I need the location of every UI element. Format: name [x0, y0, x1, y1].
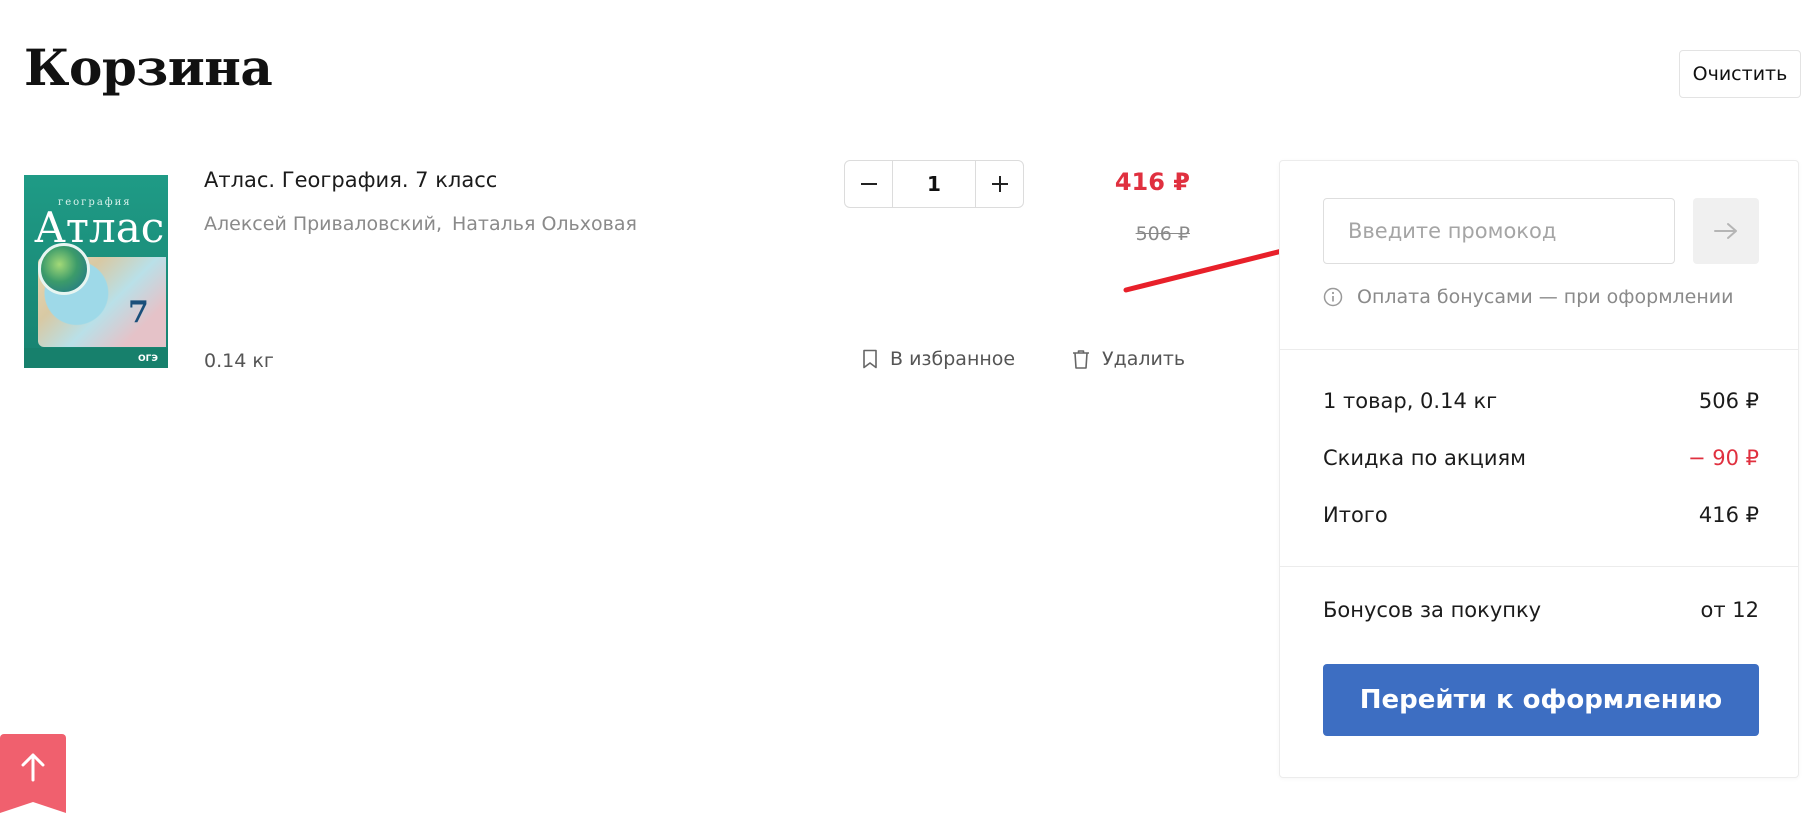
decrease-quantity-button[interactable] [845, 161, 893, 207]
summary-row-discount: Скидка по акциям − 90 ₽ [1323, 446, 1759, 470]
arrow-up-icon [21, 753, 45, 782]
product-title[interactable]: Атлас. География. 7 класс [204, 168, 497, 192]
add-to-favorites-button[interactable]: В избранное [862, 348, 1015, 370]
bonus-payment-note: Оплата бонусами — при оформлении [1323, 286, 1733, 308]
info-icon [1323, 287, 1343, 307]
summary-row-items: 1 товар, 0.14 кг 506 ₽ [1323, 389, 1759, 413]
product-authors: Алексей Приваловский, Наталья Ольховая [204, 213, 637, 235]
summary-discount-value: − 90 ₽ [1687, 446, 1759, 470]
summary-row-total: Итого 416 ₽ [1323, 503, 1759, 527]
current-price: 416 ₽ [1114, 168, 1190, 196]
quantity-value[interactable]: 1 [893, 161, 975, 207]
delete-label: Удалить [1102, 348, 1186, 370]
trash-icon [1073, 350, 1089, 369]
quantity-stepper: 1 [844, 160, 1024, 208]
summary-total-value: 416 ₽ [1698, 503, 1759, 527]
arrow-right-icon [1714, 223, 1737, 239]
page-title: Корзина [24, 38, 273, 97]
scroll-to-top-button[interactable] [0, 734, 66, 813]
divider [1280, 349, 1798, 350]
bookmark-icon [863, 349, 877, 369]
bonus-label: Бонусов за покупку [1323, 598, 1542, 622]
globe-icon [38, 243, 90, 295]
cover-badge: ОГЭ [138, 354, 158, 364]
clear-cart-button[interactable]: Очистить [1679, 50, 1801, 98]
cover-grade: 7 [128, 295, 149, 330]
bonus-note-text: Оплата бонусами — при оформлении [1357, 286, 1734, 308]
summary-items-label: 1 товар, 0.14 кг [1323, 389, 1498, 413]
increase-quantity-button[interactable] [975, 161, 1023, 207]
plus-icon [991, 176, 1008, 192]
product-image[interactable]: география Атлас 7 ОГЭ [24, 175, 168, 368]
bonus-value: от 12 [1700, 598, 1759, 622]
promo-code-input[interactable] [1323, 198, 1675, 264]
divider [1280, 566, 1798, 567]
author-name[interactable]: Алексей Приваловский, [204, 213, 442, 235]
minus-icon [860, 183, 877, 185]
apply-promo-button[interactable] [1693, 198, 1759, 264]
product-weight: 0.14 кг [204, 350, 274, 372]
summary-total-label: Итого [1323, 503, 1388, 527]
summary-discount-label: Скидка по акциям [1323, 446, 1526, 470]
author-name[interactable]: Наталья Ольховая [452, 213, 637, 235]
favorites-label: В избранное [890, 348, 1016, 370]
delete-item-button[interactable]: Удалить [1072, 348, 1185, 370]
summary-items-value: 506 ₽ [1698, 389, 1759, 413]
checkout-button[interactable]: Перейти к оформлению [1323, 664, 1759, 736]
order-summary-panel: Оплата бонусами — при оформлении 1 товар… [1279, 160, 1799, 778]
summary-row-bonus: Бонусов за покупку от 12 [1323, 598, 1759, 622]
